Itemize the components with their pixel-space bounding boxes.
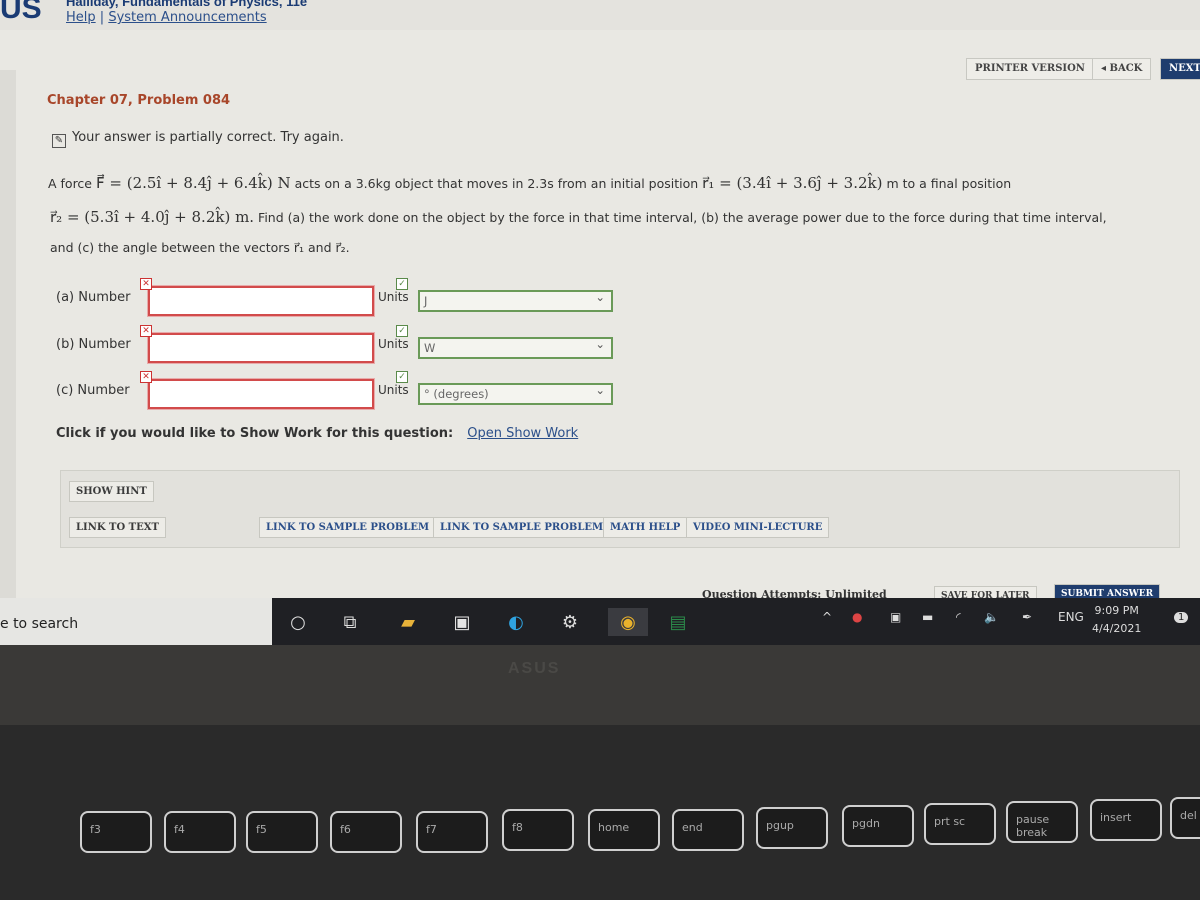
key-f7: f7 [416, 811, 488, 853]
pencil-icon: ✎ [52, 134, 66, 148]
math-help-button[interactable]: MATH HELP [603, 517, 688, 538]
key-f8: f8 [502, 809, 574, 851]
units-b-select[interactable]: W [418, 337, 613, 359]
answer-b-input[interactable] [147, 332, 375, 364]
sample-problem-button-1[interactable]: LINK TO SAMPLE PROBLEM [259, 517, 437, 538]
incorrect-icon: ✕ [140, 325, 152, 337]
show-work: Click if you would like to Show Work for… [56, 426, 578, 441]
units-label: Units [378, 337, 409, 351]
show-hidden-icons[interactable]: ^ [822, 610, 832, 624]
back-button[interactable]: ◂ BACK [1092, 58, 1152, 80]
excel-icon[interactable]: ▤ [664, 608, 692, 636]
units-label: Units [378, 290, 409, 304]
time: 9:09 PM [1094, 604, 1139, 617]
key-end: end [672, 809, 744, 851]
text: Find (a) the work done on the object by … [254, 210, 1107, 225]
incorrect-icon: ✕ [140, 278, 152, 290]
scrollbar[interactable] [0, 70, 16, 600]
settings-icon[interactable]: ⚙ [556, 608, 584, 636]
answer-a-input[interactable] [147, 285, 375, 317]
units-label: Units [378, 383, 409, 397]
laptop-bezel [0, 645, 1200, 725]
link-to-text-button[interactable]: LINK TO TEXT [69, 517, 166, 538]
key-f4: f4 [164, 811, 236, 853]
task-view-icon[interactable]: ⧉ [336, 608, 364, 636]
question-line-1: A force F⃗ = (2.5î + 8.4ĵ + 6.4k̂) N act… [48, 174, 1011, 192]
antivirus-icon[interactable]: ● [852, 610, 862, 624]
logo: US [0, 0, 42, 25]
text: m to a final position [882, 176, 1012, 191]
battery-icon[interactable]: ▬ [922, 610, 933, 624]
answer-row-c: (c) Number ✕ Units ✓ ° (degrees) [56, 371, 616, 410]
taskbar-search[interactable]: e to search [0, 598, 272, 645]
brand-logo: ASUS [508, 660, 561, 677]
units-a-select[interactable]: J [418, 290, 613, 312]
announcements-link[interactable]: System Announcements [108, 10, 266, 25]
question-line-3: and (c) the angle between the vectors r⃗… [50, 240, 350, 255]
sample-problem-button-2[interactable]: LINK TO SAMPLE PROBLEM [433, 517, 611, 538]
units-c-select[interactable]: ° (degrees) [418, 383, 613, 405]
clock[interactable]: 9:09 PM 4/4/2021 [1092, 602, 1141, 638]
number-label: (b) Number [56, 337, 131, 352]
laptop-keyboard: f3 f4 f5 f6 f7 f8 home end pgup pgdn prt… [0, 725, 1200, 900]
key-insert: insert [1090, 799, 1162, 841]
key-home: home [588, 809, 660, 851]
key-pgup: pgup [756, 807, 828, 849]
date: 4/4/2021 [1092, 622, 1142, 635]
chrome-icon[interactable]: ◉ [608, 608, 648, 636]
help-links: Help | System Announcements [66, 10, 267, 25]
pen-icon[interactable]: ✒ [1022, 610, 1032, 624]
key-prtsc: prt sc [924, 803, 996, 845]
r1-vector: r⃗₁ = (3.4î + 3.6ĵ + 3.2k̂) [702, 174, 883, 192]
status-text: Your answer is partially correct. Try ag… [72, 130, 344, 145]
cortana-icon[interactable]: ○ [284, 608, 312, 636]
browser-screen: US Halliday, Fundamentals of Physics, 11… [0, 0, 1200, 645]
answer-row-b: (b) Number ✕ Units ✓ W [56, 325, 616, 364]
problem-content: Chapter 07, Problem 084 ✎ Your answer is … [30, 88, 1200, 606]
key-pause: pause break [1006, 801, 1078, 843]
number-label: (a) Number [56, 290, 131, 305]
incorrect-icon: ✕ [140, 371, 152, 383]
printer-version-button[interactable]: PRINTER VERSION [966, 58, 1094, 80]
volume-icon[interactable]: 🔈 [984, 610, 999, 624]
edge-icon[interactable]: ◐ [502, 608, 530, 636]
key-f5: f5 [246, 811, 318, 853]
show-hint-button[interactable]: SHOW HINT [69, 481, 154, 502]
key-f3: f3 [80, 811, 152, 853]
separator: | [99, 10, 105, 25]
next-button[interactable]: NEXT [1160, 58, 1200, 80]
problem-title: Chapter 07, Problem 084 [47, 93, 231, 108]
video-lecture-button[interactable]: VIDEO MINI-LECTURE [686, 517, 830, 538]
help-link[interactable]: Help [66, 10, 96, 25]
number-label: (c) Number [56, 383, 130, 398]
r2-vector: r⃗₂ = (5.3î + 4.0ĵ + 8.2k̂) m. [50, 208, 255, 226]
force-vector: F⃗ = (2.5î + 8.4ĵ + 6.4k̂) N [95, 174, 291, 192]
correct-icon: ✓ [396, 371, 408, 383]
site-header: US Halliday, Fundamentals of Physics, 11… [0, 0, 1200, 30]
resources-panel: SHOW HINT LINK TO TEXT LINK TO SAMPLE PR… [60, 470, 1180, 548]
store-icon[interactable]: ▣ [448, 608, 476, 636]
wifi-icon[interactable]: ◜ [956, 610, 961, 624]
open-show-work-link[interactable]: Open Show Work [467, 426, 578, 441]
language-indicator[interactable]: ENG [1058, 610, 1084, 624]
answer-row-a: (a) Number ✕ Units ✓ J [56, 278, 616, 317]
app-tray-icon[interactable]: ▣ [890, 610, 901, 624]
key-pgdn: pgdn [842, 805, 914, 847]
answer-c-input[interactable] [147, 378, 375, 410]
key-del: del [1170, 797, 1200, 839]
show-work-prompt: Click if you would like to Show Work for… [56, 426, 454, 441]
question-line-2: r⃗₂ = (5.3î + 4.0ĵ + 8.2k̂) m. Find (a) … [50, 208, 1107, 226]
text: A force [48, 176, 96, 191]
book-title: Halliday, Fundamentals of Physics, 11e [66, 0, 308, 9]
key-f6: f6 [330, 811, 402, 853]
file-explorer-icon[interactable]: ▰ [394, 608, 422, 636]
status-message: ✎ Your answer is partially correct. Try a… [52, 130, 344, 148]
taskbar: e to search ○ ⧉ ▰ ▣ ◐ ⚙ ◉ ▤ ^ ● ▣ ▬ ◜ 🔈 … [0, 598, 1200, 645]
notifications-badge[interactable]: 1 [1174, 612, 1189, 623]
correct-icon: ✓ [396, 278, 408, 290]
correct-icon: ✓ [396, 325, 408, 337]
text: acts on a 3.6kg object that moves in 2.3… [290, 176, 703, 191]
